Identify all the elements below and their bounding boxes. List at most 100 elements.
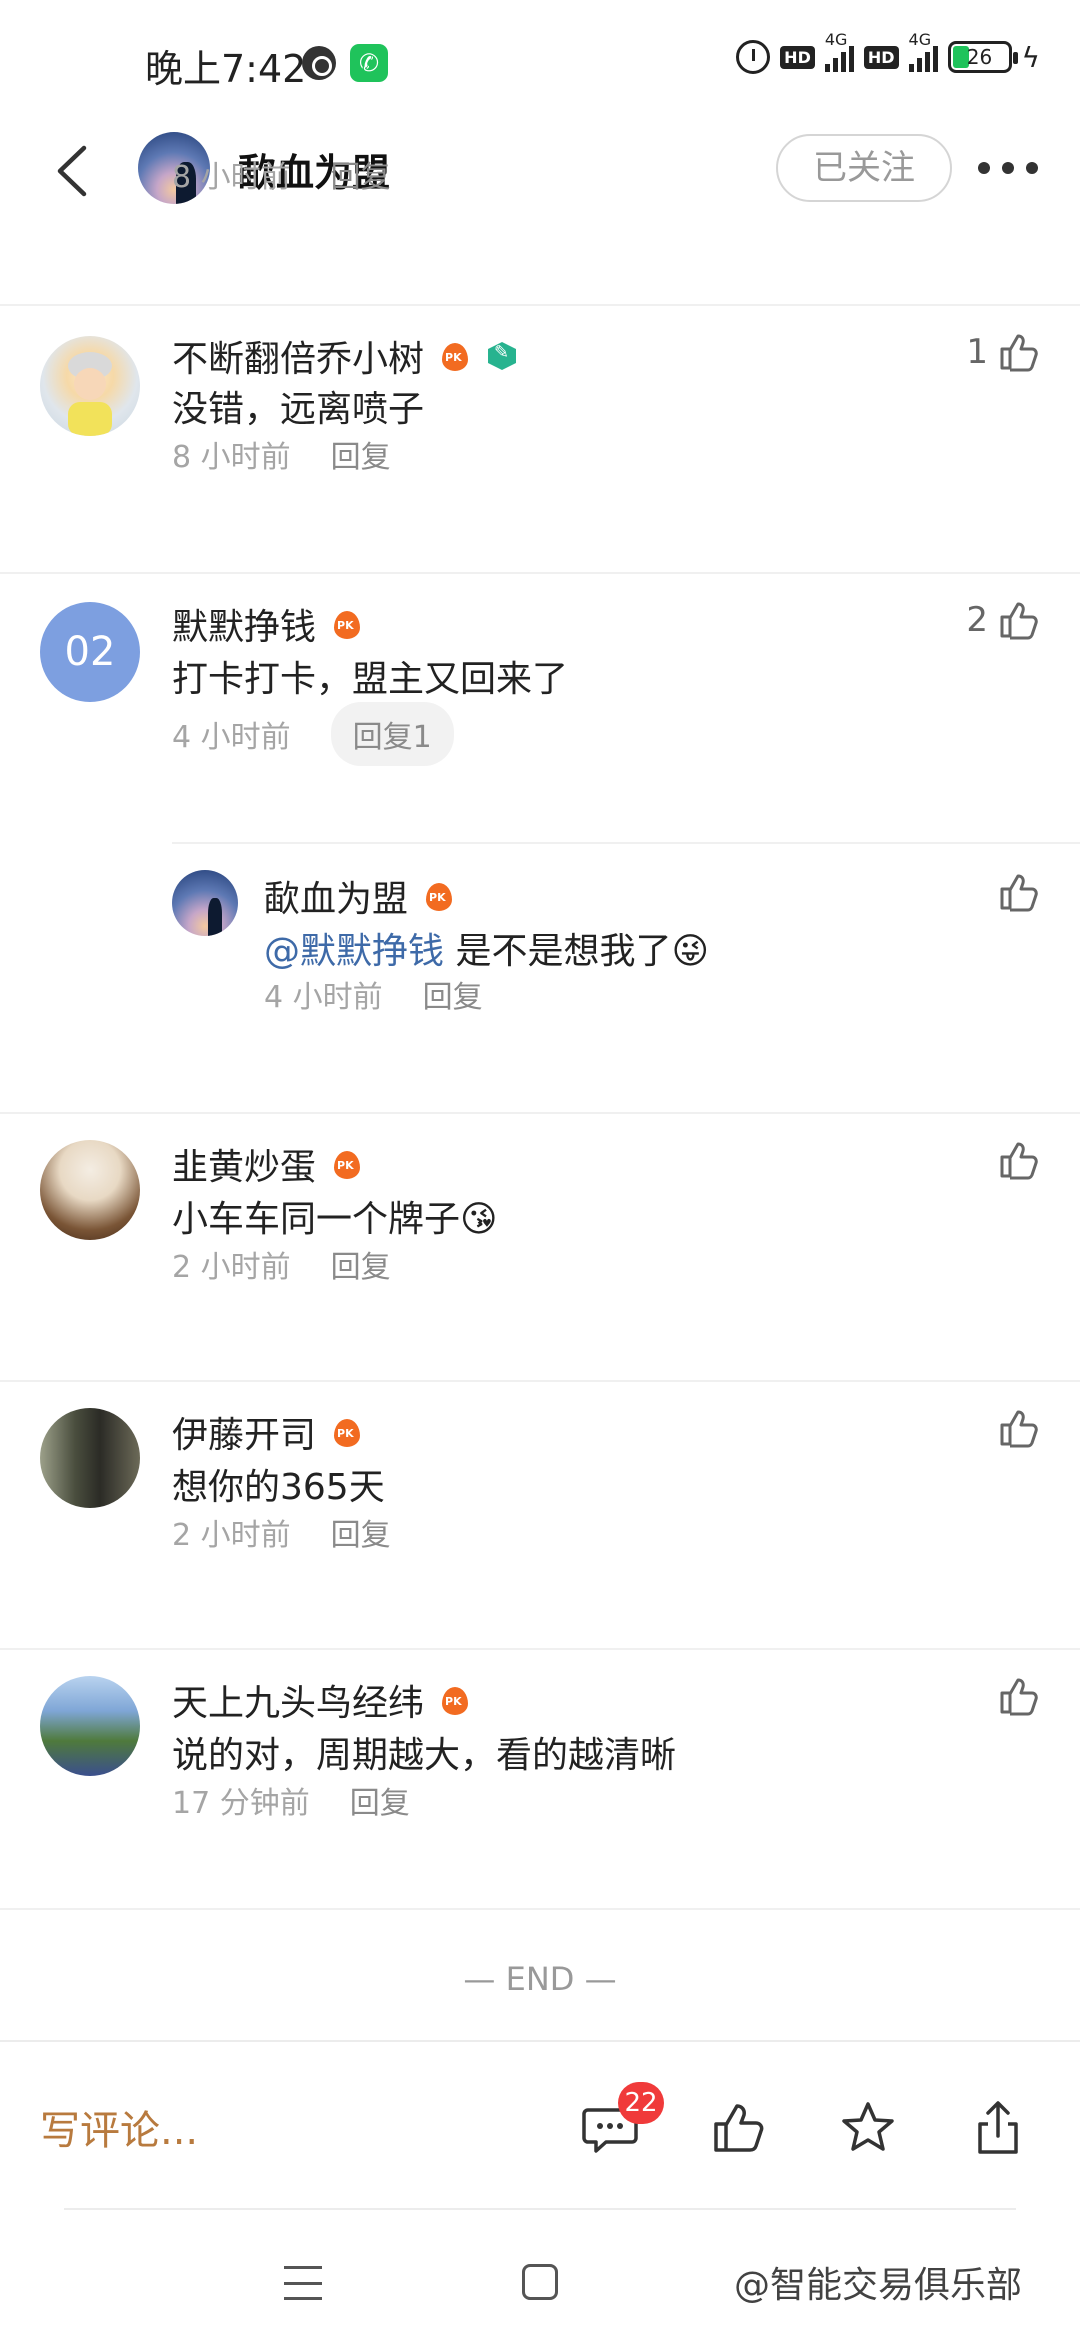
- like-button[interactable]: [996, 1138, 1040, 1182]
- comment-time: 8 小时前: [172, 160, 291, 195]
- comment-author[interactable]: 不断翻倍乔小树: [172, 330, 518, 382]
- comment-item: 伊藤开司 想你的365天 2 小时前 回复: [0, 1380, 1080, 1648]
- pk-badge-icon: [440, 1683, 470, 1717]
- like-button[interactable]: [996, 1674, 1040, 1718]
- hd-icon: HD: [863, 45, 899, 69]
- comment-item: 02 默默挣钱 2 打卡打卡，盟主又回来了 4 小时前 回复1 歃血为盟 @默默…: [0, 572, 1080, 1112]
- pk-badge-icon: [332, 1147, 362, 1181]
- comment-item: 不断翻倍乔小树 1 没错，远离喷子 8 小时前 回复: [0, 304, 1080, 572]
- comment-meta: 8 小时前 回复: [172, 152, 391, 196]
- thumbs-up-icon[interactable]: [708, 2098, 768, 2158]
- top-nav: 歃血为盟 已关注: [0, 120, 1080, 220]
- reply-button[interactable]: 回复: [331, 152, 391, 196]
- pk-badge-icon: [332, 607, 362, 641]
- reply-body: 是不是想我了😜: [444, 931, 709, 972]
- charging-icon: ϟ: [1021, 40, 1040, 74]
- comment-time: 2 小时前: [172, 1250, 291, 1285]
- comment-text: 小车车同一个牌子😘: [172, 1199, 498, 1240]
- comment-text: 没错，远离喷子: [172, 389, 425, 430]
- pk-badge-icon: [424, 879, 454, 913]
- avatar[interactable]: [40, 1676, 140, 1776]
- comment-time: 2 小时前: [172, 1518, 291, 1553]
- battery-icon: 26: [947, 41, 1018, 73]
- comment-meta: 17 分钟前 回复: [172, 1778, 410, 1822]
- system-nav-bar: @智能交易俱乐部: [0, 2220, 1080, 2340]
- status-app-icon: [302, 46, 336, 80]
- like-button[interactable]: 1: [966, 330, 1040, 374]
- pk-badge-icon: [440, 339, 470, 373]
- comment-meta: 4 小时前 回复1: [172, 702, 454, 766]
- comment-author[interactable]: 韭黄炒蛋: [172, 1138, 362, 1190]
- reply-item: 歃血为盟 @默默挣钱 是不是想我了😜 4 小时前 回复: [172, 842, 1080, 1114]
- divider: [64, 2208, 1016, 2210]
- comment-author[interactable]: 天上九头鸟经纬: [172, 1674, 470, 1726]
- battery-level: 26: [966, 45, 993, 69]
- status-bar: 晚上7:42 ✆ HD 4G HD 4G 26 ϟ: [0, 0, 1080, 120]
- author-name: 歃血为盟: [264, 879, 409, 920]
- view-replies-button[interactable]: 回复1: [330, 702, 454, 766]
- comment-author[interactable]: 伊藤开司: [172, 1406, 362, 1458]
- comment-count-badge: 22: [618, 2082, 664, 2124]
- more-options-icon[interactable]: [978, 162, 1038, 176]
- thumbs-up-icon: [1000, 1410, 1038, 1448]
- comment-text: 想你的365天: [172, 1467, 385, 1508]
- comment-text: 说的对，周期越大，看的越清晰: [172, 1735, 677, 1776]
- avatar[interactable]: 02: [40, 602, 140, 702]
- thumbs-up-icon: [1000, 1142, 1038, 1180]
- mention-link[interactable]: @默默挣钱: [264, 931, 444, 972]
- back-arrow-icon[interactable]: [50, 142, 100, 200]
- comment-meta: 2 小时前 回复: [172, 1510, 391, 1554]
- author-name: 韭黄炒蛋: [172, 1147, 317, 1188]
- author-name: 天上九头鸟经纬: [172, 1683, 425, 1724]
- status-time: 晚上7:42: [145, 47, 307, 91]
- reply-author[interactable]: 歃血为盟: [264, 870, 454, 922]
- reply-button[interactable]: 回复: [331, 1242, 391, 1286]
- signal-icon: 4G: [824, 30, 854, 72]
- reply-button[interactable]: 回复: [423, 972, 483, 1016]
- thumbs-up-icon: [1000, 334, 1038, 372]
- avatar[interactable]: [172, 870, 238, 936]
- reply-button[interactable]: 回复: [331, 432, 391, 476]
- comment-time: 4 小时前: [172, 720, 291, 755]
- share-icon[interactable]: [968, 2098, 1028, 2158]
- author-name: 伊藤开司: [172, 1415, 317, 1456]
- signal-icon: 4G: [908, 30, 938, 72]
- comment-meta: 8 小时前 回复: [172, 432, 391, 476]
- comment-item: 韭黄炒蛋 小车车同一个牌子😘 2 小时前 回复: [0, 1112, 1080, 1380]
- thumbs-up-icon: [1000, 602, 1038, 640]
- home-icon[interactable]: [522, 2264, 558, 2300]
- thumbs-up-icon: [1000, 874, 1038, 912]
- thumbs-up-icon: [1000, 1678, 1038, 1716]
- avatar[interactable]: [40, 336, 140, 436]
- action-bar: 写评论... 22: [0, 2040, 1080, 2210]
- end-of-list: — END —: [463, 1960, 617, 1998]
- reply-meta: 4 小时前 回复: [264, 972, 483, 1016]
- reply-text: @默默挣钱 是不是想我了😜: [264, 922, 709, 974]
- comment-time: 8 小时前: [172, 440, 291, 475]
- comment-input[interactable]: 写评论...: [40, 2098, 198, 2156]
- author-name: 不断翻倍乔小树: [172, 339, 425, 380]
- status-indicators: HD 4G HD 4G 26 ϟ: [736, 30, 1040, 74]
- like-count: 2: [966, 600, 988, 640]
- reply-button[interactable]: 回复: [331, 1510, 391, 1554]
- like-button[interactable]: [996, 1406, 1040, 1450]
- like-button[interactable]: 2: [966, 598, 1040, 642]
- recent-apps-icon[interactable]: [284, 2266, 322, 2300]
- reply-button[interactable]: 回复: [350, 1778, 410, 1822]
- avatar[interactable]: [40, 1408, 140, 1508]
- comment-text: 打卡打卡，盟主又回来了: [172, 659, 569, 700]
- pk-badge-icon: [332, 1415, 362, 1449]
- divider: [0, 1908, 1080, 1910]
- star-icon[interactable]: [838, 2098, 898, 2158]
- like-count: 1: [966, 332, 988, 372]
- comment-meta: 2 小时前 回复: [172, 1242, 391, 1286]
- avatar[interactable]: [40, 1140, 140, 1240]
- author-name: 默默挣钱: [172, 607, 317, 648]
- hd-icon: HD: [780, 45, 815, 69]
- comment-author[interactable]: 默默挣钱: [172, 598, 362, 650]
- alarm-icon: [736, 40, 771, 74]
- follow-button[interactable]: 已关注: [776, 134, 952, 202]
- comment-item: 天上九头鸟经纬 说的对，周期越大，看的越清晰 17 分钟前 回复: [0, 1648, 1080, 1916]
- like-button[interactable]: [996, 870, 1040, 914]
- watermark: @智能交易俱乐部: [734, 2265, 1023, 2306]
